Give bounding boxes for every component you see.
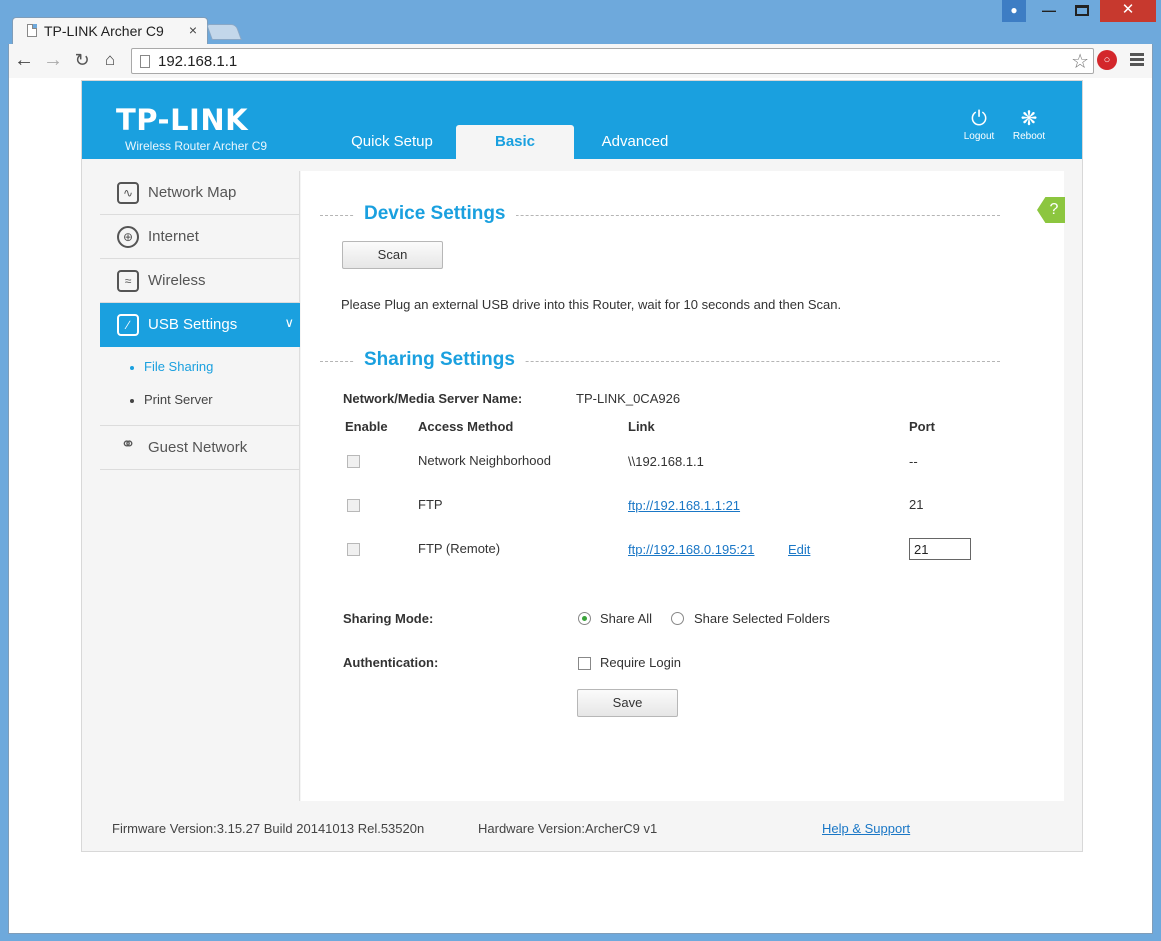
- router-admin-panel: TP-LINK Wireless Router Archer C9 Quick …: [81, 80, 1083, 852]
- port-cell: --: [909, 454, 918, 469]
- sidebar: ∿ Network Map ⊕ Internet ≈ Wireless ∕ US…: [100, 171, 300, 801]
- edit-link[interactable]: Edit: [788, 542, 810, 557]
- page-icon: [27, 24, 37, 37]
- access-method-cell: FTP: [418, 497, 443, 512]
- device-settings-heading: Device Settings: [320, 203, 1000, 227]
- forward-icon[interactable]: →: [42, 49, 64, 71]
- router-header: TP-LINK Wireless Router Archer C9 Quick …: [82, 81, 1082, 159]
- back-icon[interactable]: ←: [13, 49, 35, 71]
- usb-hint-text: Please Plug an external USB drive into t…: [341, 297, 842, 312]
- server-name-value: TP-LINK_0CA926: [576, 391, 681, 406]
- minimize-button[interactable]: —: [1036, 0, 1062, 22]
- reboot-icon: ❋: [1020, 108, 1038, 130]
- share-selected-radio[interactable]: [671, 612, 684, 625]
- bullet-icon: [130, 365, 134, 370]
- browser-tab[interactable]: TP-LINK Archer C9 ×: [12, 17, 208, 45]
- globe-icon: ⊕: [117, 226, 139, 248]
- help-support-link[interactable]: Help & Support: [822, 821, 910, 836]
- section-title: Sharing Settings: [354, 349, 525, 371]
- subitem-label: File Sharing: [144, 359, 214, 374]
- require-login-label: Require Login: [600, 655, 681, 670]
- ftp-remote-link[interactable]: ftp://192.168.0.195:21: [628, 542, 755, 557]
- require-login-checkbox[interactable]: [578, 657, 591, 670]
- sharing-mode-label: Sharing Mode:: [343, 611, 434, 626]
- sidebar-item-label: Guest Network: [148, 439, 248, 456]
- page-icon: [140, 55, 150, 68]
- remote-port-input[interactable]: [909, 538, 971, 560]
- column-header-link: Link: [628, 419, 655, 434]
- enable-checkbox-ftp[interactable]: [347, 499, 360, 512]
- sidebar-item-label: Internet: [148, 228, 199, 245]
- browser-toolbar: ← → ↻ ⌂ ☆ ○: [8, 44, 1153, 78]
- sidebar-item-label: Network Map: [148, 184, 237, 201]
- server-name-label: Network/Media Server Name:: [343, 391, 523, 406]
- new-tab-button[interactable]: [206, 24, 242, 40]
- close-window-button[interactable]: ✕: [1100, 0, 1156, 22]
- sidebar-item-usb-settings[interactable]: ∕ USB Settings ∨: [100, 303, 300, 347]
- share-selected-label: Share Selected Folders: [694, 611, 830, 626]
- guest-users-icon: ⚭: [120, 434, 136, 454]
- maximize-button[interactable]: [1068, 0, 1096, 22]
- column-header-enable: Enable: [345, 419, 388, 434]
- save-button[interactable]: Save: [577, 689, 678, 717]
- scan-button[interactable]: Scan: [342, 241, 443, 269]
- firmware-version: Firmware Version:3.15.27 Build 20141013 …: [112, 821, 425, 836]
- extension-icon[interactable]: ○: [1097, 50, 1117, 70]
- reboot-button[interactable]: ❋ Reboot: [1006, 109, 1052, 142]
- share-all-label: Share All: [600, 611, 653, 626]
- sidebar-item-wireless[interactable]: ≈ Wireless: [100, 259, 300, 303]
- wireless-icon: ≈: [117, 270, 139, 292]
- sharing-settings-heading: Sharing Settings: [320, 349, 1000, 373]
- menu-icon[interactable]: [1130, 53, 1144, 68]
- tab-basic[interactable]: Basic: [456, 125, 574, 159]
- sidebar-item-internet[interactable]: ⊕ Internet: [100, 215, 300, 259]
- ftp-link[interactable]: ftp://192.168.1.1:21: [628, 498, 740, 513]
- tp-link-logo: TP-LINK: [116, 103, 249, 137]
- sidebar-subitem-print-server[interactable]: Print Server: [130, 392, 213, 407]
- reboot-label: Reboot: [1012, 131, 1046, 142]
- reload-icon[interactable]: ↻: [71, 49, 93, 71]
- tab-quick-setup[interactable]: Quick Setup: [336, 125, 448, 159]
- share-all-radio[interactable]: [578, 612, 591, 625]
- column-header-port: Port: [909, 419, 935, 434]
- tab-advanced[interactable]: Advanced: [582, 125, 688, 159]
- router-model: Wireless Router Archer C9: [125, 139, 268, 153]
- home-icon[interactable]: ⌂: [99, 49, 121, 71]
- sidebar-item-network-map[interactable]: ∿ Network Map: [100, 171, 300, 215]
- sidebar-subitem-file-sharing[interactable]: File Sharing: [130, 359, 213, 374]
- access-method-cell: FTP (Remote): [418, 541, 501, 556]
- link-cell: \\192.168.1.1: [628, 454, 704, 469]
- power-icon: ⏻: [971, 108, 987, 130]
- bookmark-star-icon[interactable]: ☆: [1071, 49, 1089, 74]
- usb-icon: ∕: [117, 314, 139, 336]
- port-cell: 21: [909, 497, 924, 512]
- chevron-down-icon: ∨: [284, 315, 294, 330]
- browser-titlebar: TP-LINK Archer C9 × ● — ✕: [0, 0, 1161, 45]
- page-viewport: TP-LINK Wireless Router Archer C9 Quick …: [8, 78, 1153, 934]
- section-title: Device Settings: [354, 203, 516, 225]
- access-method-cell: Network Neighborhood: [418, 453, 551, 468]
- enable-checkbox-ftp-remote[interactable]: [347, 543, 360, 556]
- url-input[interactable]: [158, 51, 1058, 71]
- tab-title: TP-LINK Archer C9: [44, 23, 164, 39]
- address-bar[interactable]: ☆: [131, 48, 1094, 74]
- authentication-label: Authentication:: [343, 655, 439, 670]
- logout-button[interactable]: ⏻ Logout: [956, 109, 1002, 142]
- column-header-access-method: Access Method: [418, 419, 514, 434]
- sidebar-item-label: USB Settings: [148, 316, 238, 333]
- sidebar-item-label: Wireless: [148, 272, 206, 289]
- hardware-version: Hardware Version:ArcherC9 v1: [478, 821, 658, 836]
- enable-checkbox-network-neighborhood[interactable]: [347, 455, 360, 468]
- network-map-icon: ∿: [117, 182, 139, 204]
- subitem-label: Print Server: [144, 392, 213, 407]
- main-content: Device Settings Scan Please Plug an exte…: [301, 171, 1064, 801]
- bullet-icon: [130, 398, 134, 403]
- router-footer: Firmware Version:3.15.27 Build 20141013 …: [82, 803, 1082, 851]
- sidebar-item-guest-network[interactable]: ⚭ Guest Network: [100, 425, 300, 470]
- logout-label: Logout: [963, 131, 995, 142]
- user-icon[interactable]: ●: [1002, 0, 1026, 22]
- tab-close-icon[interactable]: ×: [189, 22, 197, 38]
